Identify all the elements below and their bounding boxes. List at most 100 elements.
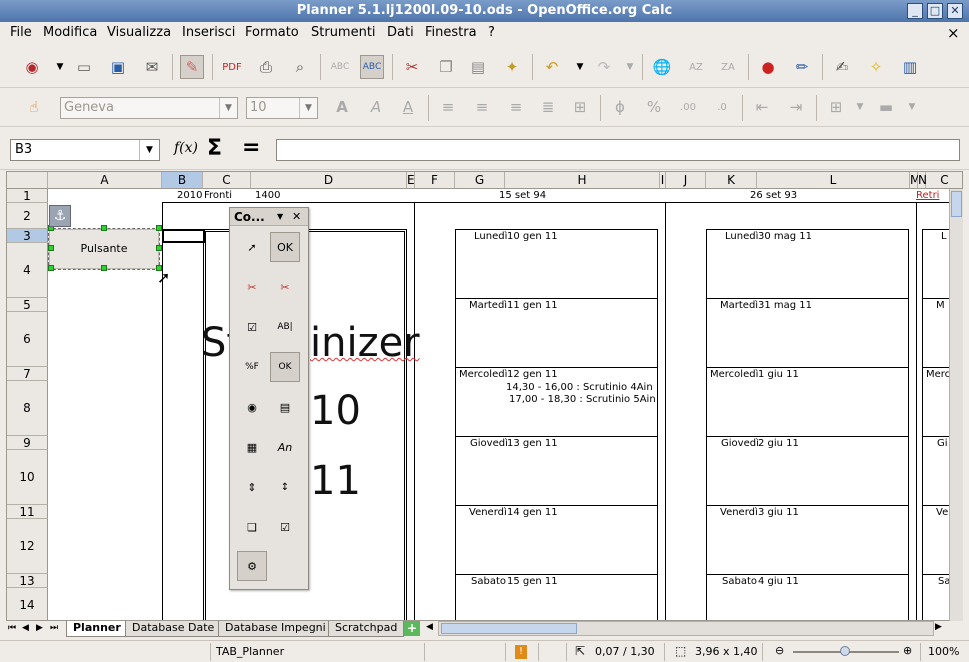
select-all-corner[interactable] <box>7 172 48 189</box>
sort-ascending-icon[interactable]: AZ <box>684 55 708 79</box>
column-header-l[interactable]: L <box>757 172 910 189</box>
hyperlink-icon[interactable]: 🌐 <box>650 55 674 79</box>
day-cell[interactable]: Venerdì 3 giu 11 <box>707 506 908 575</box>
day-cell[interactable]: Martedì 11 gen 11 <box>456 299 657 368</box>
standard-format-icon[interactable]: .00 <box>676 95 700 119</box>
edit-file-icon[interactable]: ✎ <box>180 55 204 79</box>
chevron-down-icon[interactable]: ▼ <box>900 95 924 119</box>
row-header-7[interactable]: 7 <box>7 367 48 381</box>
last-sheet-icon[interactable]: ⏭ <box>50 623 58 633</box>
formula-input[interactable] <box>276 139 960 161</box>
day-cell[interactable]: Lunedì 30 mag 11 <box>707 230 908 299</box>
day-cell[interactable]: Giovedì 2 giu 11 <box>707 437 908 506</box>
name-box[interactable]: B3 ▼ <box>10 139 160 161</box>
horizontal-scrollbar[interactable] <box>438 621 934 636</box>
chevron-down-icon[interactable]: ▼ <box>848 95 872 119</box>
redo-icon[interactable]: ↷ <box>592 55 616 79</box>
resize-handle[interactable] <box>156 245 162 251</box>
new-document-icon[interactable]: ◉ <box>20 55 44 79</box>
styles-icon[interactable]: ☝ <box>22 95 46 119</box>
decimal-icon[interactable]: .0 <box>710 95 734 119</box>
resize-handle[interactable] <box>48 245 54 251</box>
italic-icon[interactable]: A <box>364 95 388 119</box>
row-header-10[interactable]: 10 <box>7 450 48 505</box>
select-pointer-icon[interactable]: ➚ <box>237 232 267 262</box>
paste-icon[interactable]: ▤ <box>466 55 490 79</box>
copy-icon[interactable]: ❐ <box>434 55 458 79</box>
column-header-a[interactable]: A <box>48 172 162 189</box>
menu-dati[interactable]: Dati <box>387 25 414 40</box>
row-header-12[interactable]: 12 <box>7 519 48 574</box>
day-cell[interactable]: Mercoledì 12 gen 11 14,30 - 16,00 : Scru… <box>456 368 657 437</box>
combo-box-icon[interactable]: ▦ <box>237 432 267 462</box>
scrollbar-thumb[interactable] <box>951 191 962 217</box>
scroll-right-icon[interactable]: ▶ <box>935 622 942 632</box>
checkbox-icon[interactable]: ☑ <box>237 312 267 342</box>
sheet-tab-database-date[interactable]: Database Date <box>125 621 222 637</box>
row-header-5[interactable]: 5 <box>7 298 48 312</box>
merge-cells-icon[interactable]: ⊞ <box>568 95 592 119</box>
chart-icon[interactable]: ● <box>756 55 780 79</box>
cut-icon[interactable]: ✂ <box>400 55 424 79</box>
column-header-o[interactable]: C <box>926 172 962 189</box>
sheet-tab-scratchpad[interactable]: Scratchpad <box>328 621 405 637</box>
zoom-slider-thumb[interactable] <box>840 646 850 656</box>
spellcheck-icon[interactable]: ABC <box>328 55 352 79</box>
day-cell[interactable]: Venerdì 14 gen 11 <box>456 506 657 575</box>
justify-icon[interactable]: ≣ <box>536 95 560 119</box>
menu-strumenti[interactable]: Strumenti <box>311 25 376 40</box>
close-window-button[interactable]: ✕ <box>947 3 963 19</box>
row-header-8[interactable]: 8 <box>7 381 48 436</box>
menu-finestra[interactable]: Finestra <box>425 25 477 40</box>
row-header-3[interactable]: 3 <box>7 229 48 243</box>
function-wizard-icon[interactable]: f(x) <box>174 140 198 156</box>
scroll-left-icon[interactable]: ◀ <box>426 622 433 632</box>
gallery-icon[interactable]: ▥ <box>898 55 922 79</box>
maximize-button[interactable]: □ <box>927 3 943 19</box>
add-sheet-icon[interactable]: + <box>404 621 420 636</box>
sheet-tab-database-impegni[interactable]: Database Impegni <box>218 621 333 637</box>
close-document-icon[interactable]: × <box>947 24 960 42</box>
chevron-down-icon[interactable]: ▼ <box>139 140 159 160</box>
row-header-9[interactable]: 9 <box>7 436 48 450</box>
save-icon[interactable]: ▣ <box>106 55 130 79</box>
undo-dropdown-icon[interactable]: ▼ <box>568 55 592 79</box>
bold-icon[interactable]: A <box>330 95 354 119</box>
push-button-icon[interactable]: OK <box>270 232 300 262</box>
zoom-in-icon[interactable]: ⊕ <box>903 644 912 657</box>
sheet-tab-planner[interactable]: Planner <box>66 621 128 637</box>
anchor-icon[interactable]: ⚓ <box>49 205 71 227</box>
day-cell[interactable]: Lunedì 10 gen 11 <box>456 230 657 299</box>
undo-icon[interactable]: ↶ <box>540 55 564 79</box>
label-field-icon[interactable]: An <box>270 432 300 462</box>
row-header-2[interactable]: 2 <box>7 203 48 229</box>
list-box-icon[interactable]: ▤ <box>270 392 300 422</box>
next-sheet-icon[interactable]: ▶ <box>36 623 43 633</box>
text-box-icon[interactable]: AB| <box>270 312 300 342</box>
sum-icon[interactable]: Σ <box>207 136 222 161</box>
menu-inserisci[interactable]: Inserisci <box>182 25 235 40</box>
column-header-j[interactable]: J <box>666 172 706 189</box>
function-icon[interactable]: = <box>242 135 260 160</box>
resize-handle[interactable] <box>156 225 162 231</box>
navigator-icon[interactable]: ✧ <box>864 55 888 79</box>
autospellcheck-icon[interactable]: ABC <box>360 55 384 79</box>
design-mode-icon[interactable]: ✂ <box>237 272 267 302</box>
column-header-e[interactable]: E <box>407 172 415 189</box>
menu-modifica[interactable]: Modifica <box>43 25 97 40</box>
format-paintbrush-icon[interactable]: ✦ <box>500 55 524 79</box>
minimize-button[interactable]: _ <box>907 3 923 19</box>
column-header-d[interactable]: D <box>251 172 407 189</box>
option-button-icon[interactable]: ◉ <box>237 392 267 422</box>
day-cell[interactable]: Martedì 31 mag 11 <box>707 299 908 368</box>
first-sheet-icon[interactable]: ⏮ <box>8 623 16 633</box>
column-header-g[interactable]: G <box>455 172 505 189</box>
menu-visualizza[interactable]: Visualizza <box>107 25 171 40</box>
control-properties-icon[interactable]: ✂ <box>270 272 300 302</box>
email-icon[interactable]: ✉ <box>140 55 164 79</box>
column-header-c[interactable]: C <box>203 172 251 189</box>
column-header-k[interactable]: K <box>706 172 757 189</box>
spreadsheet-grid[interactable]: A B C D E F G H I J K L M N C 1 2 3 4 5 … <box>6 171 963 621</box>
day-cell[interactable]: Sabato 15 gen 11 <box>456 575 657 620</box>
formatted-field-icon[interactable]: %F <box>237 352 267 382</box>
